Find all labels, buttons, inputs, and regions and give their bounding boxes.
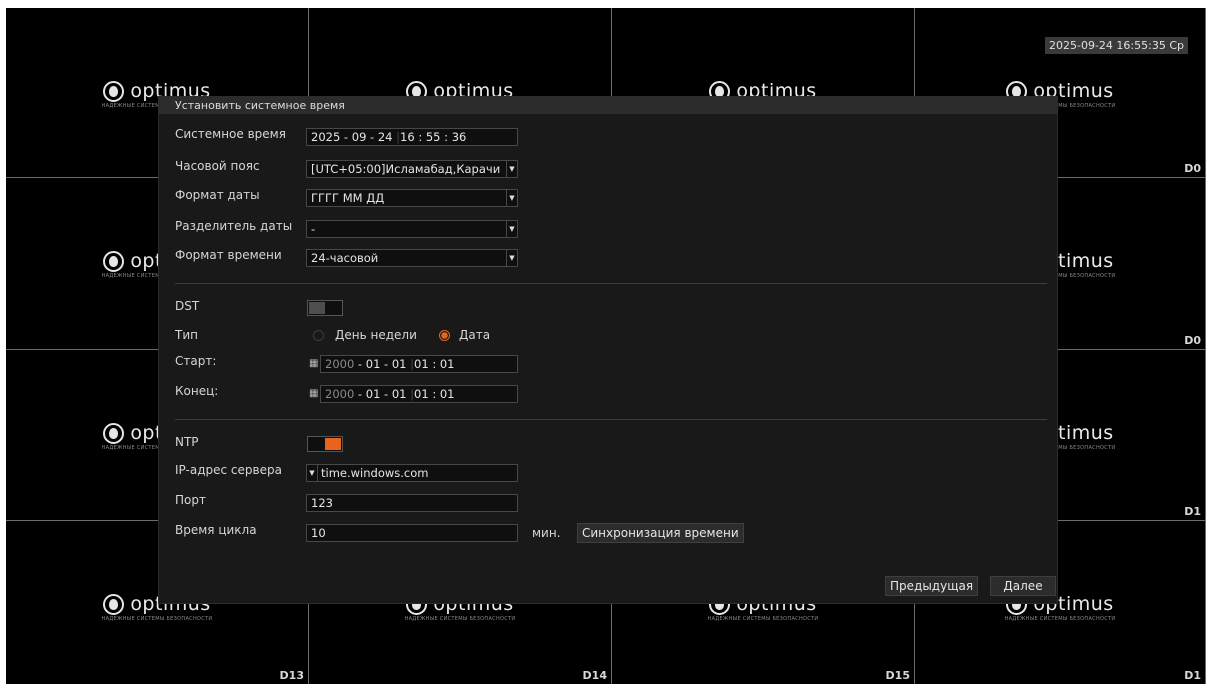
date-format-value: ГГГГ ММ ДД <box>311 191 385 205</box>
start-month[interactable]: 01 <box>366 357 381 371</box>
cycle-unit: мин. <box>532 526 561 540</box>
day-field[interactable]: 24 <box>378 130 393 144</box>
radio-weekday-label: День недели <box>335 328 417 342</box>
start-minute[interactable]: 01 <box>440 357 455 371</box>
timezone-select[interactable]: [UTC+05:00]Исламабад,Карачи ▼ <box>306 160 518 178</box>
server-input[interactable]: ▼ time.windows.com <box>306 464 518 482</box>
end-year[interactable]: 2000 <box>325 387 354 401</box>
start-hour[interactable]: 01 <box>414 357 429 371</box>
channel-label: D15 <box>885 669 910 682</box>
port-value: 123 <box>311 496 333 510</box>
calendar-icon[interactable]: ▦ <box>309 388 318 399</box>
time-format-label: Формат времени <box>175 248 282 262</box>
chevron-down-icon[interactable]: ▼ <box>506 190 517 206</box>
start-datetime-field[interactable]: 2000 - 01 - 01 |01 : 01 <box>320 355 518 373</box>
radio-date[interactable] <box>439 330 450 341</box>
logo-icon <box>103 250 125 272</box>
date-separator-value: - <box>311 222 316 236</box>
logo-icon <box>103 422 125 444</box>
sync-time-button[interactable]: Синхронизация времени <box>577 523 744 543</box>
toggle-knob <box>325 438 341 450</box>
channel-label: D1 <box>1184 505 1201 518</box>
time-format-select[interactable]: 24-часовой ▼ <box>306 249 518 267</box>
chevron-down-icon[interactable]: ▼ <box>307 465 318 481</box>
type-label: Тип <box>175 328 198 342</box>
dialog-title: Установить системное время <box>159 97 1057 114</box>
start-day[interactable]: 01 <box>392 357 407 371</box>
toggle-knob <box>309 302 325 314</box>
cycle-input[interactable]: 10 <box>306 524 518 542</box>
second-field[interactable]: 36 <box>452 130 467 144</box>
date-separator-select[interactable]: - ▼ <box>306 220 518 238</box>
date-format-label: Формат даты <box>175 188 260 202</box>
calendar-icon[interactable]: ▦ <box>309 358 318 369</box>
next-button[interactable]: Далее <box>990 576 1056 596</box>
radio-weekday[interactable] <box>313 330 324 341</box>
system-time-field[interactable]: 2025 - 09 - 24 |16 : 55 : 36 <box>306 128 518 146</box>
end-label: Конец: <box>175 384 219 398</box>
radio-date-label: Дата <box>459 328 491 342</box>
section-divider <box>175 283 1047 284</box>
server-label: IP-адрес сервера <box>175 463 282 477</box>
channel-label: D0 <box>1184 162 1201 175</box>
date-separator-label: Разделитель даты <box>175 219 293 233</box>
end-minute[interactable]: 01 <box>440 387 455 401</box>
minute-field[interactable]: 55 <box>426 130 441 144</box>
dst-toggle[interactable] <box>307 300 343 316</box>
datetime-overlay: 2025-09-24 16:55:35 Ср <box>1045 37 1188 54</box>
end-day[interactable]: 01 <box>392 387 407 401</box>
camera-grid: optimus НАДЕЖНЫЕ СИСТЕМЫ БЕЗОПАСНОСТИ opt… <box>6 8 1206 684</box>
cycle-value: 10 <box>311 526 326 540</box>
start-label: Старт: <box>175 354 217 368</box>
time-format-value: 24-часовой <box>311 251 379 265</box>
channel-label: D13 <box>279 669 304 682</box>
hour-field[interactable]: 16 <box>400 130 415 144</box>
logo-icon <box>103 80 125 102</box>
dst-label: DST <box>175 299 200 313</box>
section-divider <box>175 419 1047 420</box>
end-month[interactable]: 01 <box>366 387 381 401</box>
chevron-down-icon[interactable]: ▼ <box>506 250 517 266</box>
chevron-down-icon[interactable]: ▼ <box>506 161 517 177</box>
server-value: time.windows.com <box>321 466 429 480</box>
system-time-dialog: Установить системное время Системное вре… <box>158 96 1058 604</box>
port-input[interactable]: 123 <box>306 494 518 512</box>
month-field[interactable]: 09 <box>352 130 367 144</box>
previous-button[interactable]: Предыдущая <box>885 576 979 596</box>
end-hour[interactable]: 01 <box>414 387 429 401</box>
system-time-label: Системное время <box>175 127 286 141</box>
end-datetime-field[interactable]: 2000 - 01 - 01 |01 : 01 <box>320 385 518 403</box>
channel-label: D1 <box>1184 669 1201 682</box>
port-label: Порт <box>175 493 206 507</box>
timezone-label: Часовой пояс <box>175 159 260 173</box>
channel-label: D0 <box>1184 334 1201 347</box>
cycle-label: Время цикла <box>175 523 257 537</box>
ntp-toggle[interactable] <box>307 436 343 452</box>
date-format-select[interactable]: ГГГГ ММ ДД ▼ <box>306 189 518 207</box>
logo-icon <box>103 593 125 615</box>
chevron-down-icon[interactable]: ▼ <box>506 221 517 237</box>
timezone-value: [UTC+05:00]Исламабад,Карачи <box>311 162 501 176</box>
ntp-label: NTP <box>175 435 199 449</box>
channel-label: D14 <box>582 669 607 682</box>
start-year[interactable]: 2000 <box>325 357 354 371</box>
year-field[interactable]: 2025 <box>311 130 340 144</box>
